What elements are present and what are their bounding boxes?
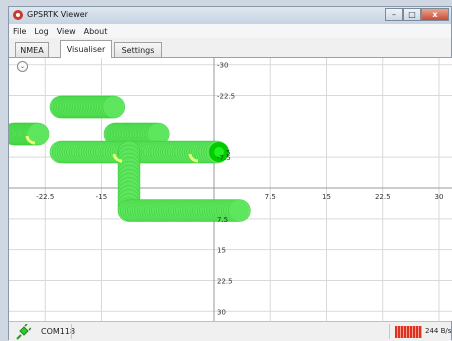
track-point [228, 199, 251, 222]
current-fix-label: 5 [226, 149, 230, 157]
app-logo-icon [13, 10, 23, 20]
status-bar: COM118 244 B/s [9, 321, 451, 341]
tab-bar: NMEA Visualiser Settings [9, 39, 451, 58]
x-tick-label: 15 [322, 193, 331, 201]
y-tick-label: 22.5 [217, 277, 233, 285]
visualiser-panel[interactable]: -30-22.5-157.51522.530-30-22.5-7.57.5152… [9, 58, 452, 321]
position-plot[interactable]: -30-22.5-157.51522.530-30-22.5-7.57.5152… [9, 58, 452, 321]
connection-plug-icon [16, 324, 31, 340]
x-tick-label: 22.5 [375, 193, 391, 201]
serial-port-label: COM118 [41, 327, 76, 336]
tab-nmea[interactable]: NMEA [15, 42, 49, 57]
track-point [102, 95, 126, 119]
x-tick-label: 30 [435, 193, 444, 201]
window-title: GPSRTK Viewer [27, 10, 88, 19]
tab-settings[interactable]: Settings [114, 42, 162, 57]
title-bar[interactable]: GPSRTK Viewer – □ x [9, 7, 451, 25]
menu-bar: File Log View About [9, 24, 451, 38]
minimize-button[interactable]: – [385, 8, 403, 21]
window-controls: – □ x [385, 8, 449, 21]
data-rate-meter [395, 326, 422, 338]
y-tick-label: -30 [217, 62, 228, 70]
y-tick-label: 30 [217, 308, 226, 316]
collapse-button[interactable]: ⌄ [17, 61, 28, 72]
menu-about[interactable]: About [80, 27, 112, 36]
menu-log[interactable]: Log [30, 27, 52, 36]
y-tick-label: 15 [217, 247, 226, 255]
tab-visualiser[interactable]: Visualiser [60, 40, 112, 58]
maximize-button[interactable]: □ [403, 8, 421, 21]
data-rate-label: 244 B/s [425, 327, 452, 335]
app-window: GPSRTK Viewer – □ x File Log View About … [8, 6, 452, 341]
menu-view[interactable]: View [53, 27, 80, 36]
x-tick-label: 7.5 [265, 193, 276, 201]
status-divider [71, 324, 72, 339]
y-tick-label: 7.5 [217, 216, 228, 224]
close-button[interactable]: x [421, 8, 449, 21]
y-tick-label: -22.5 [217, 93, 235, 101]
status-divider [389, 324, 390, 339]
menu-file[interactable]: File [9, 27, 30, 36]
x-tick-label: -22.5 [36, 193, 54, 201]
x-tick-label: -15 [96, 193, 107, 201]
